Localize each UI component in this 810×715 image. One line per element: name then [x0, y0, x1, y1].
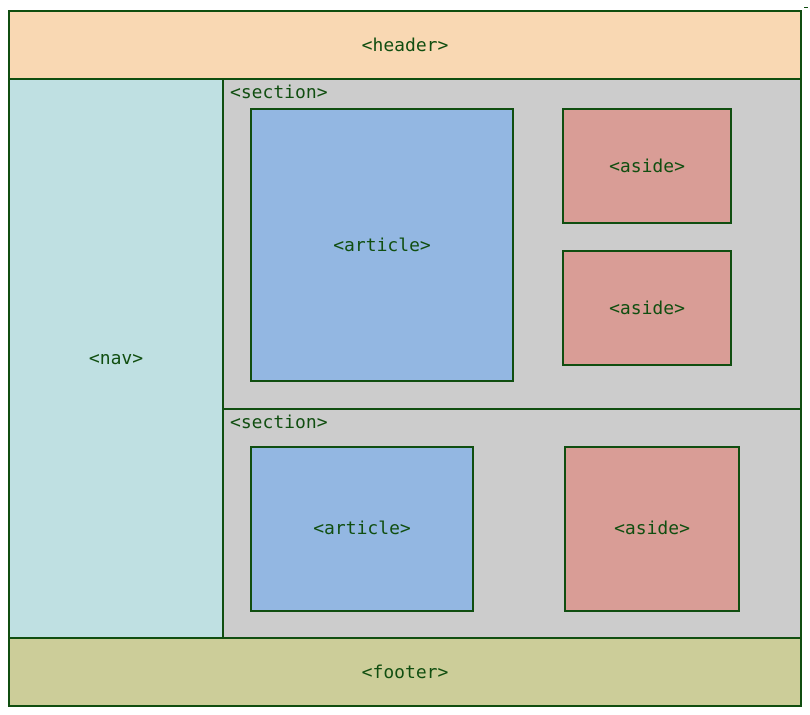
header-region: <header> [10, 12, 800, 80]
aside-label: <aside> [609, 298, 685, 319]
section-label: <section> [224, 410, 800, 435]
nav-label: <nav> [89, 348, 143, 369]
sections-column: <section> <article> <aside> <aside> [224, 80, 800, 637]
crop-mark [804, 7, 808, 8]
aside-region: <aside> [564, 446, 740, 612]
middle-row: <nav> <section> <article> <aside> [10, 80, 800, 637]
footer-region: <footer> [10, 637, 800, 705]
nav-region: <nav> [10, 80, 224, 637]
article-region: <article> [250, 446, 474, 612]
aside-region: <aside> [562, 108, 732, 224]
footer-label: <footer> [362, 662, 449, 683]
header-label: <header> [362, 35, 449, 56]
article-label: <article> [313, 518, 411, 539]
aside-label: <aside> [609, 156, 685, 177]
article-region: <article> [250, 108, 514, 382]
section-region: <section> <article> <aside> <aside> [224, 80, 800, 410]
aside-label: <aside> [614, 518, 690, 539]
layout-frame: <header> <nav> <section> <article> <asid… [8, 10, 802, 707]
article-label: <article> [333, 235, 431, 256]
section-region: <section> <article> <aside> [224, 410, 800, 637]
section-label: <section> [224, 80, 800, 105]
aside-region: <aside> [562, 250, 732, 366]
